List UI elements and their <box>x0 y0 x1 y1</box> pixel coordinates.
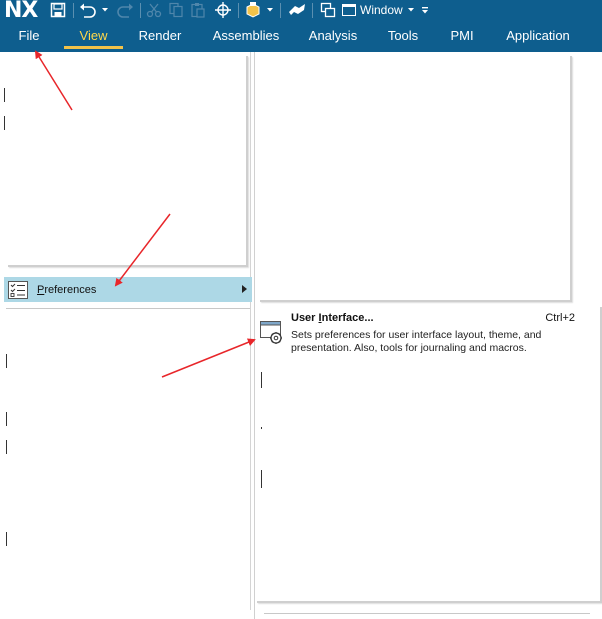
annotation-arrow-preferences <box>114 213 171 287</box>
annotation-arrows <box>34 50 256 378</box>
annotation-arrow-file <box>34 50 73 111</box>
annotation-arrow-user-interface <box>161 338 256 378</box>
